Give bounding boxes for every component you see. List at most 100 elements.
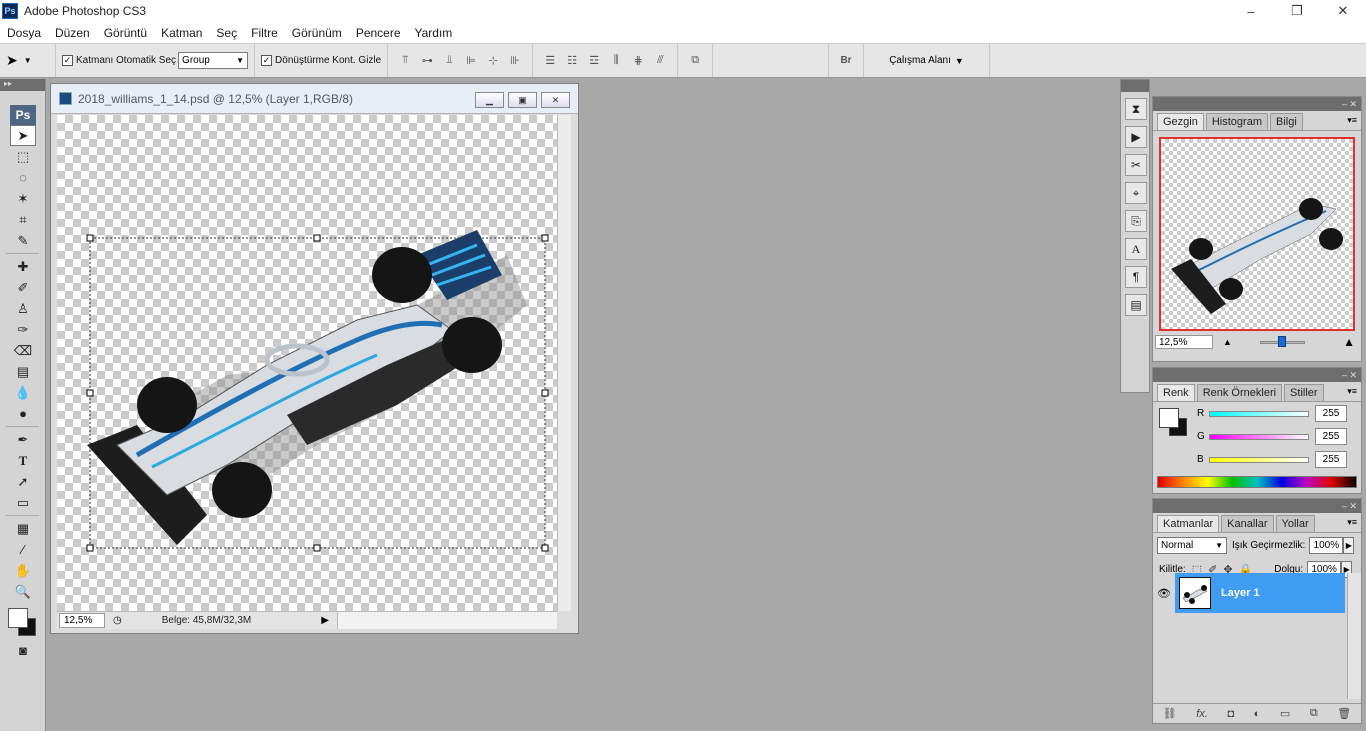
delete-layer-icon[interactable]: 🗑: [1337, 707, 1351, 720]
align-left-icon[interactable]: ⊫: [461, 53, 481, 69]
layer-comps-icon[interactable]: ▤: [1125, 294, 1147, 316]
panel-grip[interactable]: – ✕: [1153, 97, 1361, 111]
zoom-out-icon[interactable]: ▲: [1223, 337, 1232, 347]
foreground-color-swatch[interactable]: [8, 608, 28, 628]
distribute-right-icon[interactable]: ⫻: [650, 53, 670, 69]
pen-tool-icon[interactable]: ✒: [10, 429, 36, 450]
opacity-arrow-icon[interactable]: ▶: [1343, 536, 1355, 554]
transform-handle[interactable]: [86, 234, 94, 242]
doc-maximize-button[interactable]: ▣: [508, 92, 537, 108]
document-title-bar[interactable]: 2018_williams_1_14.psd @ 12,5% (Layer 1,…: [51, 84, 578, 114]
menu-duzen[interactable]: Düzen: [48, 26, 97, 40]
rectangle-tool-icon[interactable]: ▭: [10, 492, 36, 513]
menu-pencere[interactable]: Pencere: [349, 26, 408, 40]
distribute-left-icon[interactable]: ⫼: [606, 53, 626, 69]
history-brush-tool-icon[interactable]: ✑: [10, 319, 36, 340]
tab-info[interactable]: Bilgi: [1269, 113, 1303, 130]
dodge-tool-icon[interactable]: ●: [10, 403, 36, 424]
brushes-panel-icon[interactable]: ⌖: [1125, 182, 1147, 204]
align-top-icon[interactable]: ⫪: [395, 53, 415, 69]
visibility-eye-icon[interactable]: 👁: [1153, 573, 1175, 613]
align-right-icon[interactable]: ⊪: [505, 53, 525, 69]
panel-grip[interactable]: – ✕: [1153, 499, 1361, 513]
path-selection-tool-icon[interactable]: ➚: [10, 471, 36, 492]
color-swatches[interactable]: [8, 608, 38, 640]
blue-slider[interactable]: [1209, 456, 1309, 463]
panel-menu-icon[interactable]: ▾≡: [1347, 517, 1357, 528]
tool-presets-icon[interactable]: ✂: [1125, 154, 1147, 176]
menu-sec[interactable]: Seç: [209, 26, 244, 40]
transform-handle[interactable]: [541, 234, 549, 242]
blend-mode-dropdown[interactable]: Normal ▼: [1157, 536, 1227, 554]
status-zoom-field[interactable]: 12,5%: [59, 613, 105, 628]
notes-tool-icon[interactable]: ▦: [10, 518, 36, 539]
minimize-button[interactable]: –: [1228, 0, 1274, 22]
history-icon[interactable]: ◷: [113, 615, 122, 626]
slice-tool-icon[interactable]: ✎: [10, 230, 36, 251]
green-value[interactable]: 255: [1315, 428, 1347, 445]
new-group-icon[interactable]: ▭: [1280, 707, 1290, 720]
type-tool-icon[interactable]: T: [10, 450, 36, 471]
quick-mask-icon[interactable]: ◙: [10, 640, 36, 661]
gradient-tool-icon[interactable]: ▤: [10, 361, 36, 382]
move-tool-icon[interactable]: ➤: [10, 125, 36, 146]
clone-stamp-tool-icon[interactable]: ♙: [10, 298, 36, 319]
healing-brush-tool-icon[interactable]: ✚: [10, 256, 36, 277]
distribute-bottom-icon[interactable]: ☲: [584, 53, 604, 69]
hand-tool-icon[interactable]: ✋: [10, 560, 36, 581]
menu-goruntu[interactable]: Görüntü: [97, 26, 154, 40]
restore-button[interactable]: ❐: [1274, 0, 1320, 22]
tab-navigator[interactable]: Gezgin: [1157, 113, 1204, 130]
transform-handle[interactable]: [541, 544, 549, 552]
tab-paths[interactable]: Yollar: [1275, 515, 1315, 532]
blue-value[interactable]: 255: [1315, 451, 1347, 468]
transform-handle[interactable]: [86, 389, 94, 397]
tab-swatches[interactable]: Renk Örnekleri: [1196, 384, 1283, 401]
opacity-field[interactable]: 100%: [1309, 536, 1344, 554]
tab-styles[interactable]: Stiller: [1284, 384, 1324, 401]
tab-histogram[interactable]: Histogram: [1205, 113, 1268, 130]
panel-menu-icon[interactable]: ▾≡: [1347, 115, 1357, 126]
red-slider[interactable]: [1209, 410, 1309, 417]
paragraph-panel-icon[interactable]: ¶: [1125, 266, 1147, 288]
distribute-hcenter-icon[interactable]: ⋕: [628, 53, 648, 69]
transform-handle[interactable]: [86, 544, 94, 552]
auto-select-checkbox[interactable]: ✓: [62, 55, 73, 66]
blur-tool-icon[interactable]: 💧: [10, 382, 36, 403]
auto-select-dropdown[interactable]: Group ▼: [178, 52, 249, 69]
transform-handle[interactable]: [541, 389, 549, 397]
align-bottom-icon[interactable]: ⫫: [439, 53, 459, 69]
history-panel-icon[interactable]: ⧗: [1125, 98, 1147, 120]
lasso-tool-icon[interactable]: ◌: [10, 167, 36, 188]
new-layer-icon[interactable]: ⧉: [1310, 707, 1318, 720]
panel-menu-icon[interactable]: ▾≡: [1347, 386, 1357, 397]
tools-panel-grip[interactable]: ▸▸: [0, 79, 45, 91]
canvas[interactable]: [57, 115, 557, 611]
layer-row[interactable]: 👁 Layer 1: [1153, 573, 1345, 613]
zoom-in-icon[interactable]: ▲: [1343, 335, 1355, 349]
layers-scrollbar[interactable]: [1347, 573, 1361, 699]
green-slider[interactable]: [1209, 433, 1309, 440]
eyedropper-tool-icon[interactable]: ⁄: [10, 539, 36, 560]
vertical-scrollbar[interactable]: [557, 115, 571, 611]
dock-grip[interactable]: [1121, 80, 1149, 92]
horizontal-scrollbar[interactable]: [336, 612, 557, 629]
brush-tool-icon[interactable]: ✐: [10, 277, 36, 298]
character-panel-icon[interactable]: A: [1125, 238, 1147, 260]
layer-row-selected[interactable]: Layer 1: [1175, 573, 1345, 613]
align-vcenter-icon[interactable]: ⊶: [417, 53, 437, 69]
zoom-tool-icon[interactable]: 🔍: [10, 581, 36, 602]
layer-mask-icon[interactable]: ◘: [1227, 708, 1234, 720]
layer-name[interactable]: Layer 1: [1221, 587, 1260, 599]
close-button[interactable]: ✕: [1320, 0, 1366, 22]
distribute-top-icon[interactable]: ☰: [540, 53, 560, 69]
color-foreground-swatch[interactable]: [1159, 408, 1179, 428]
transform-handle[interactable]: [313, 544, 321, 552]
navigator-preview[interactable]: [1159, 137, 1355, 331]
doc-minimize-button[interactable]: ▁: [475, 92, 504, 108]
marquee-tool-icon[interactable]: ⬚: [10, 146, 36, 167]
layer-style-icon[interactable]: fx.: [1196, 708, 1208, 720]
auto-align-layers-icon[interactable]: ⧉: [685, 53, 705, 69]
transform-handle[interactable]: [313, 234, 321, 242]
tab-color[interactable]: Renk: [1157, 384, 1195, 401]
